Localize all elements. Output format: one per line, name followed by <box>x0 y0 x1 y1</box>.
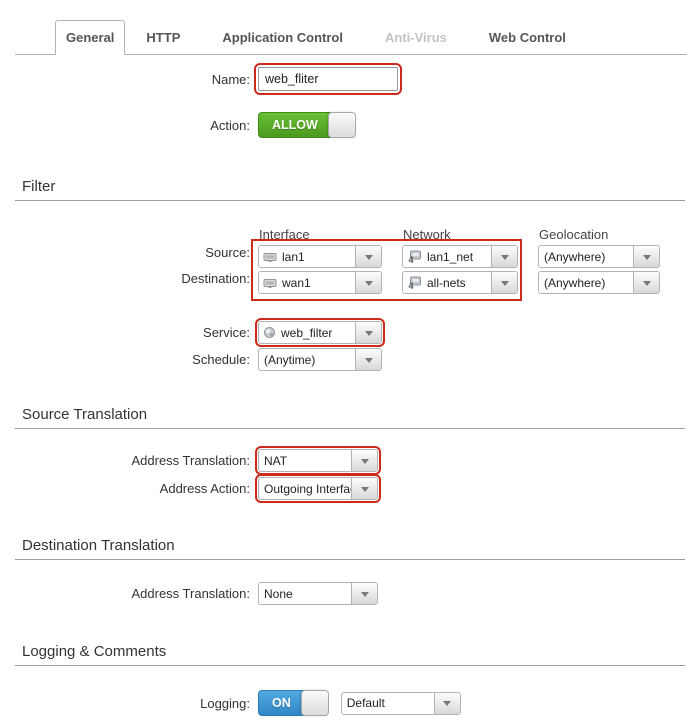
action-toggle[interactable]: ALLOW <box>258 112 356 138</box>
filter-heading: Filter <box>15 178 685 201</box>
schedule-value: (Anytime) <box>259 353 355 367</box>
source-translation-heading: Source Translation <box>15 406 685 429</box>
destination-interface-select[interactable]: wan1 <box>258 271 382 294</box>
destination-network-select[interactable]: 4 all-nets <box>402 271 518 294</box>
tab-anti-virus: Anti-Virus <box>364 22 468 54</box>
tab-web-control[interactable]: Web Control <box>468 22 587 54</box>
column-header-network: Network <box>403 227 451 242</box>
action-label: Action: <box>0 118 250 133</box>
chevron-down-icon[interactable] <box>633 246 659 267</box>
address-translation-value: NAT <box>259 454 351 468</box>
address-action-label: Address Action: <box>0 481 250 496</box>
address-translation-label: Address Translation: <box>0 453 250 468</box>
chevron-down-icon[interactable] <box>355 322 381 343</box>
tab-http[interactable]: HTTP <box>125 22 201 54</box>
chevron-down-icon[interactable] <box>491 272 517 293</box>
chevron-down-icon[interactable] <box>351 583 377 604</box>
name-input[interactable] <box>258 67 398 91</box>
chevron-down-icon[interactable] <box>434 693 460 714</box>
tab-general[interactable]: General <box>55 20 125 55</box>
action-toggle-value: ALLOW <box>258 112 331 138</box>
svg-text:4: 4 <box>409 281 414 290</box>
destination-label: Destination: <box>0 271 250 286</box>
chevron-down-icon[interactable] <box>355 272 381 293</box>
dest-address-translation-value: None <box>259 587 351 601</box>
source-network-select[interactable]: 4 lan1_net <box>402 245 518 268</box>
source-interface-value: lan1 <box>277 250 355 264</box>
service-select[interactable]: web_filter <box>258 321 382 344</box>
interface-icon <box>263 277 277 289</box>
source-interface-select[interactable]: lan1 <box>258 245 382 268</box>
logging-level-select[interactable]: Default <box>341 692 461 715</box>
column-header-interface: Interface <box>259 227 310 242</box>
name-row: Name: <box>0 67 398 91</box>
source-geolocation-value: (Anywhere) <box>539 250 633 264</box>
destination-network-value: all-nets <box>422 276 491 290</box>
logging-toggle-value: ON <box>258 690 304 716</box>
ipv4-network-icon: 4 <box>407 250 422 264</box>
chevron-down-icon[interactable] <box>351 478 377 499</box>
toggle-knob[interactable] <box>328 112 356 138</box>
logging-comments-heading: Logging & Comments <box>15 643 685 666</box>
source-network-value: lan1_net <box>422 250 491 264</box>
svg-text:4: 4 <box>409 255 414 264</box>
service-label: Service: <box>0 325 250 340</box>
dest-address-translation-row: Address Translation: None <box>0 582 378 605</box>
source-row: Source: <box>0 245 250 260</box>
logging-level-value: Default <box>342 696 434 710</box>
chevron-down-icon[interactable] <box>355 246 381 267</box>
destination-row: Destination: <box>0 271 250 286</box>
schedule-label: Schedule: <box>0 352 250 367</box>
dest-address-translation-label: Address Translation: <box>0 586 250 601</box>
chevron-down-icon[interactable] <box>633 272 659 293</box>
schedule-select[interactable]: (Anytime) <box>258 348 382 371</box>
name-label: Name: <box>0 72 250 87</box>
service-value: web_filter <box>276 326 355 340</box>
address-translation-select[interactable]: NAT <box>258 449 378 472</box>
logging-toggle[interactable]: ON <box>258 690 329 716</box>
tab-bar: General HTTP Application Control Anti-Vi… <box>15 22 687 55</box>
destination-geolocation-select[interactable]: (Anywhere) <box>538 271 660 294</box>
column-header-geolocation: Geolocation <box>539 227 608 242</box>
destination-interface-value: wan1 <box>277 276 355 290</box>
destination-translation-heading: Destination Translation <box>15 537 685 560</box>
dest-address-translation-select[interactable]: None <box>258 582 378 605</box>
chevron-down-icon[interactable] <box>355 349 381 370</box>
logging-label: Logging: <box>0 696 250 711</box>
address-translation-row: Address Translation: NAT <box>0 449 378 472</box>
destination-geolocation-value: (Anywhere) <box>539 276 633 290</box>
address-action-row: Address Action: Outgoing Interface I <box>0 477 378 500</box>
schedule-row: Schedule: (Anytime) <box>0 348 382 371</box>
address-action-select[interactable]: Outgoing Interface I <box>258 477 378 500</box>
service-icon <box>263 326 276 339</box>
toggle-knob[interactable] <box>301 690 329 716</box>
interface-icon <box>263 251 277 263</box>
firewall-rule-editor: General HTTP Application Control Anti-Vi… <box>0 0 687 725</box>
chevron-down-icon[interactable] <box>351 450 377 471</box>
ipv4-network-icon: 4 <box>407 276 422 290</box>
logging-row: Logging: ON Default <box>0 690 461 716</box>
chevron-down-icon[interactable] <box>491 246 517 267</box>
source-geolocation-select[interactable]: (Anywhere) <box>538 245 660 268</box>
tab-application-control[interactable]: Application Control <box>201 22 364 54</box>
address-action-value: Outgoing Interface I <box>259 482 351 496</box>
source-label: Source: <box>0 245 250 260</box>
service-row: Service: web_filter <box>0 321 382 344</box>
action-row: Action: ALLOW <box>0 112 356 138</box>
